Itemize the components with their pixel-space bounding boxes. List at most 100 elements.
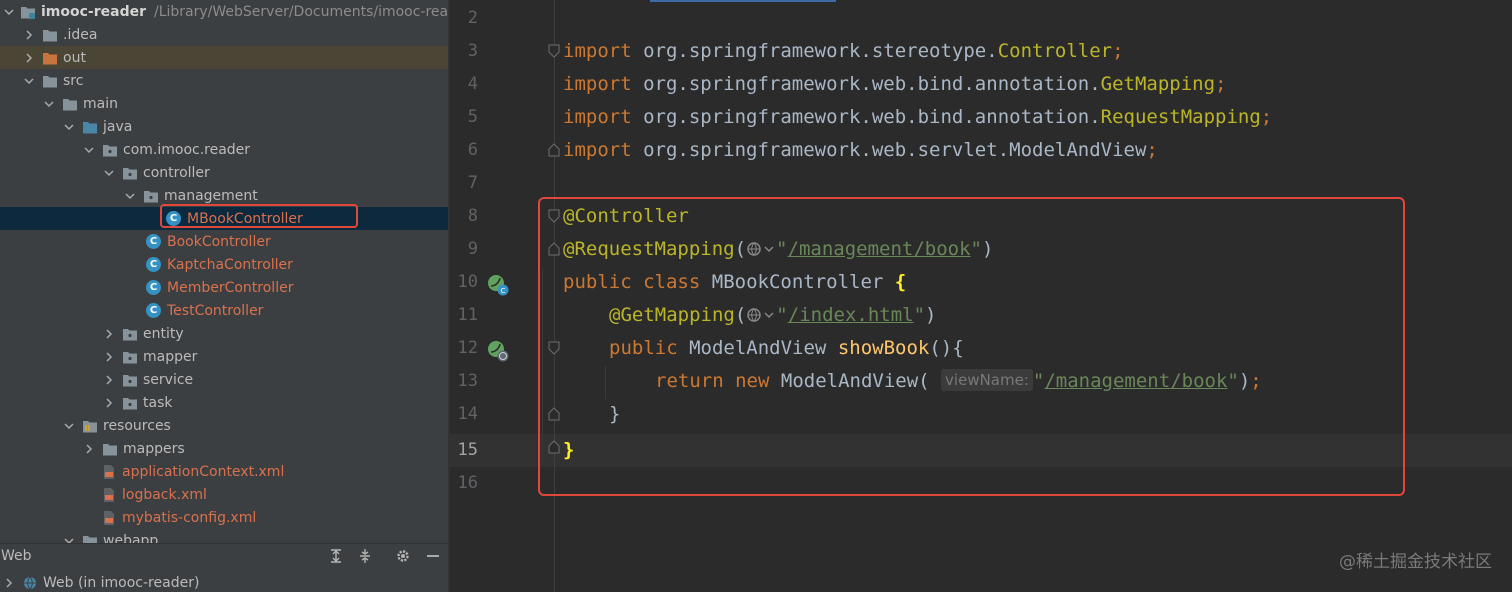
tree-item-logback[interactable]: logback.xml bbox=[0, 483, 448, 506]
code-line-6: import org.springframework.web.servlet.M… bbox=[563, 134, 1158, 167]
import-class: RequestMapping bbox=[1100, 106, 1261, 128]
tree-item-applicationcontext[interactable]: applicationContext.xml bbox=[0, 460, 448, 483]
package-icon bbox=[122, 395, 138, 411]
active-tab-indicator bbox=[650, 0, 836, 2]
gear-icon[interactable] bbox=[394, 547, 412, 565]
import-package: org.springframework.stereotype. bbox=[631, 40, 998, 62]
tree-item-src[interactable]: src bbox=[0, 69, 448, 92]
tree-label: src bbox=[63, 72, 84, 89]
tree-item-controller[interactable]: controller bbox=[0, 161, 448, 184]
tree-item-membercontroller[interactable]: C MemberController bbox=[0, 276, 448, 299]
chevron-down-icon[interactable] bbox=[62, 534, 76, 543]
chevron-right-icon[interactable] bbox=[102, 350, 116, 364]
excluded-folder-icon bbox=[42, 50, 58, 66]
tree-item-bookcontroller[interactable]: C BookController bbox=[0, 230, 448, 253]
tree-item-task[interactable]: task bbox=[0, 391, 448, 414]
line-number: 8 bbox=[467, 206, 478, 226]
tree-label: service bbox=[143, 371, 194, 388]
package-icon bbox=[143, 188, 159, 204]
class-icon: C bbox=[146, 303, 161, 318]
chevron-right-icon[interactable] bbox=[102, 327, 116, 341]
chevron-down-icon[interactable] bbox=[123, 189, 137, 203]
web-facet-label: Web (in imooc-reader) bbox=[43, 575, 200, 591]
chevron-right-icon[interactable] bbox=[22, 51, 36, 65]
tree-label: out bbox=[63, 49, 86, 66]
tree-label: mappers bbox=[123, 440, 185, 457]
web-panel-title: Web bbox=[1, 548, 32, 564]
collapse-all-icon[interactable] bbox=[356, 547, 374, 565]
tree-item-mybatis-config[interactable]: mybatis-config.xml bbox=[0, 506, 448, 529]
root-path: /Library/WebServer/Documents/imooc-rea bbox=[154, 3, 448, 20]
tree-item-kaptchacontroller[interactable]: C KaptchaController bbox=[0, 253, 448, 276]
line-number: 6 bbox=[467, 140, 478, 160]
chevron-down-icon[interactable] bbox=[62, 120, 76, 134]
chevron-right-icon[interactable] bbox=[22, 28, 36, 42]
tree-label: .idea bbox=[63, 26, 98, 43]
tree-label: controller bbox=[143, 164, 210, 181]
chevron-down-icon[interactable] bbox=[22, 74, 36, 88]
line-number: 10 bbox=[457, 272, 478, 292]
tree-item-webapp[interactable]: webapp bbox=[0, 529, 448, 543]
semicolon: ; bbox=[1112, 40, 1124, 62]
semicolon: ; bbox=[1215, 73, 1227, 95]
chevron-down-icon[interactable] bbox=[82, 143, 96, 157]
semicolon: ; bbox=[1146, 139, 1158, 161]
tree-label: com.imooc.reader bbox=[123, 141, 251, 158]
line-number-current: 15 bbox=[457, 440, 478, 460]
tree-label: entity bbox=[143, 325, 184, 342]
tree-item-mapper[interactable]: mapper bbox=[0, 345, 448, 368]
code-line-5: import org.springframework.web.bind.anno… bbox=[563, 101, 1272, 134]
xml-file-icon bbox=[102, 487, 116, 503]
tree-item-java[interactable]: java bbox=[0, 115, 448, 138]
chevron-right-icon[interactable] bbox=[82, 442, 96, 456]
tree-item-main[interactable]: main bbox=[0, 92, 448, 115]
package-icon bbox=[122, 372, 138, 388]
package-icon bbox=[122, 165, 138, 181]
resources-folder-icon bbox=[82, 418, 98, 434]
chevron-down-icon[interactable] bbox=[102, 166, 116, 180]
web-panel: Web Web (in imooc-reader) bbox=[0, 543, 448, 592]
class-icon: C bbox=[146, 234, 161, 249]
import-package: org.springframework.web.servlet.ModelAnd… bbox=[631, 139, 1147, 161]
chevron-right-icon[interactable] bbox=[102, 396, 116, 410]
chevron-down-icon[interactable] bbox=[4, 5, 14, 19]
chevron-right-icon[interactable] bbox=[2, 576, 16, 590]
fold-marker-icon[interactable] bbox=[548, 44, 560, 58]
tree-item-entity[interactable]: entity bbox=[0, 322, 448, 345]
svg-text:C: C bbox=[501, 287, 506, 295]
fold-marker-icon[interactable] bbox=[548, 143, 560, 157]
web-facet-item[interactable]: Web (in imooc-reader) bbox=[0, 572, 199, 592]
tree-item-idea[interactable]: .idea bbox=[0, 23, 448, 46]
line-number: 7 bbox=[467, 173, 478, 193]
tree-item-root[interactable]: imooc-reader /Library/WebServer/Document… bbox=[0, 0, 448, 23]
keyword-import: import bbox=[563, 73, 632, 95]
tree-item-resources[interactable]: resources bbox=[0, 414, 448, 437]
web-panel-header: Web bbox=[0, 544, 448, 570]
tree-label: MemberController bbox=[167, 279, 294, 296]
code-line-3: import org.springframework.stereotype.Co… bbox=[563, 35, 1124, 68]
tree-item-service[interactable]: service bbox=[0, 368, 448, 391]
spring-bean-icon[interactable]: C bbox=[486, 273, 510, 297]
xml-file-icon bbox=[102, 510, 116, 526]
code-line-4: import org.springframework.web.bind.anno… bbox=[563, 68, 1226, 101]
watermark: @稀土掘金技术社区 bbox=[1339, 552, 1492, 572]
line-number: 14 bbox=[457, 404, 478, 424]
chevron-right-icon[interactable] bbox=[102, 373, 116, 387]
request-mapping-icon[interactable] bbox=[486, 339, 510, 363]
folder-icon bbox=[102, 441, 118, 457]
tree-label: mapper bbox=[143, 348, 198, 365]
package-icon bbox=[122, 349, 138, 365]
code-editor[interactable]: 2 3 4 5 6 7 8 9 10 11 12 13 14 15 16 C i… bbox=[450, 0, 1512, 592]
tree-label: resources bbox=[103, 417, 171, 434]
keyword-import: import bbox=[563, 139, 632, 161]
tree-item-mappers[interactable]: mappers bbox=[0, 437, 448, 460]
chevron-down-icon[interactable] bbox=[62, 419, 76, 433]
minimize-icon[interactable] bbox=[424, 547, 442, 565]
tree-item-package[interactable]: com.imooc.reader bbox=[0, 138, 448, 161]
chevron-down-icon[interactable] bbox=[42, 97, 56, 111]
expand-all-icon[interactable] bbox=[327, 547, 345, 565]
tree-item-testcontroller[interactable]: C TestController bbox=[0, 299, 448, 322]
tree-item-out[interactable]: out bbox=[0, 46, 448, 69]
module-folder-icon bbox=[20, 4, 36, 20]
line-number: 11 bbox=[457, 305, 478, 325]
